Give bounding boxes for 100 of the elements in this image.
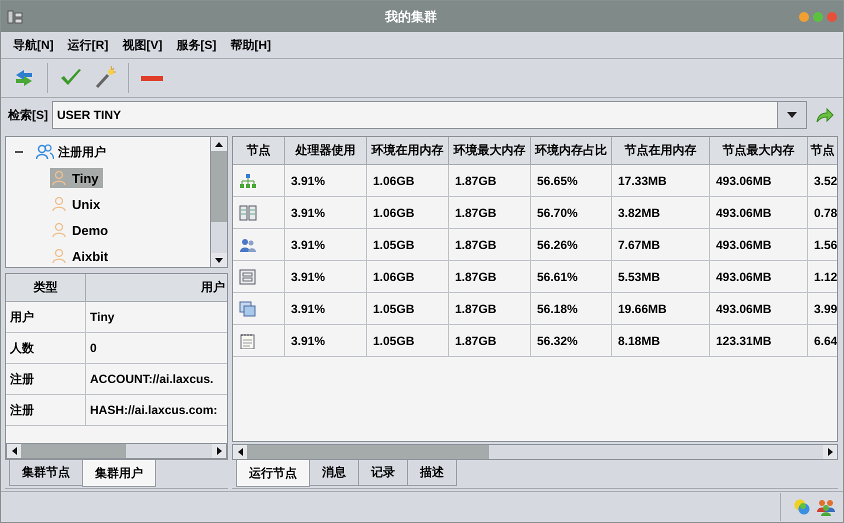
table-cell: 3.91% bbox=[285, 325, 367, 357]
tree-item[interactable]: Aixbit bbox=[50, 246, 112, 266]
scroll-left-arrow-icon bbox=[238, 448, 242, 456]
table-cell: 3.91% bbox=[285, 165, 367, 197]
table-cell: 1.56 bbox=[808, 229, 837, 261]
table-cell: 0 bbox=[86, 333, 227, 364]
users-icon bbox=[239, 236, 257, 252]
scrollbar[interactable] bbox=[6, 443, 227, 459]
table-cell: 1.06GB bbox=[367, 197, 449, 229]
column-header: 类型 bbox=[6, 274, 86, 302]
maximize-button[interactable] bbox=[813, 12, 823, 22]
tab[interactable]: 描述 bbox=[407, 460, 457, 486]
table-cell: 19.66MB bbox=[612, 293, 710, 325]
person-icon bbox=[52, 222, 66, 238]
column-header: 节点在用内存 bbox=[612, 137, 710, 165]
table-cell: Tiny bbox=[86, 302, 227, 333]
menu-item[interactable]: 视图[V] bbox=[122, 36, 162, 54]
people-group-icon bbox=[817, 498, 835, 516]
person-icon bbox=[52, 248, 66, 264]
scroll-right-arrow-icon bbox=[828, 448, 832, 456]
table-cell: HASH://ai.laxcus.com: bbox=[86, 395, 227, 426]
minimize-button[interactable] bbox=[799, 12, 809, 22]
table-cell: 3.52 bbox=[808, 165, 837, 197]
table-cell: 1.06GB bbox=[367, 165, 449, 197]
scroll-left-arrow-icon bbox=[12, 447, 16, 455]
table-cell: 17.33MB bbox=[612, 165, 710, 197]
table-cell: 注册 bbox=[6, 364, 86, 395]
table-cell: 1.87GB bbox=[449, 293, 531, 325]
table-cell: 56.18% bbox=[531, 293, 612, 325]
scroll-right-arrow-icon bbox=[216, 447, 222, 455]
table-cell: 0.78 bbox=[808, 197, 837, 229]
scrollbar[interactable] bbox=[210, 137, 227, 267]
table-cell: 1.05GB bbox=[367, 293, 449, 325]
column-header: 节点 bbox=[233, 137, 285, 165]
windows-icon bbox=[239, 300, 257, 316]
column-header: 用户 bbox=[86, 274, 227, 302]
table-cell: 493.06MB bbox=[710, 197, 808, 229]
person-icon bbox=[52, 170, 66, 186]
table-cell: ACCOUNT://ai.laxcus. bbox=[86, 364, 227, 395]
table-cell: 56.26% bbox=[531, 229, 612, 261]
table-cell: 1.12 bbox=[808, 261, 837, 293]
tree-item[interactable]: Demo bbox=[50, 220, 112, 240]
menu-item[interactable]: 运行[R] bbox=[68, 36, 108, 54]
table-cell: 3.91% bbox=[285, 293, 367, 325]
table-cell: 7.67MB bbox=[612, 229, 710, 261]
table-cell: 8.18MB bbox=[612, 325, 710, 357]
table-cell: 6.64 bbox=[808, 325, 837, 357]
table-cell: 56.61% bbox=[531, 261, 612, 293]
table-cell: 1.87GB bbox=[449, 229, 531, 261]
table-cell: 3.91% bbox=[285, 229, 367, 261]
network-icon bbox=[239, 172, 257, 188]
scroll-up-arrow-icon bbox=[215, 142, 223, 146]
table-cell: 56.32% bbox=[531, 325, 612, 357]
table-cell: 1.87GB bbox=[449, 197, 531, 229]
table-cell: 5.53MB bbox=[612, 261, 710, 293]
overlapping-circles-icon bbox=[793, 498, 811, 516]
menu-item[interactable]: 导航[N] bbox=[13, 36, 54, 54]
table-cell: 人数 bbox=[6, 333, 86, 364]
column-header: 环境在用内存 bbox=[367, 137, 449, 165]
table-cell: 493.06MB bbox=[710, 261, 808, 293]
tree-item[interactable]: 注册用户 bbox=[58, 144, 106, 160]
table-cell: 注册 bbox=[6, 395, 86, 426]
app-icon bbox=[7, 10, 23, 24]
table-cell: 3.91% bbox=[285, 261, 367, 293]
window-icon bbox=[239, 268, 257, 284]
column-header: 处理器使用 bbox=[285, 137, 367, 165]
column-header: 环境最大内存 bbox=[449, 137, 531, 165]
table-cell: 3.99 bbox=[808, 293, 837, 325]
table-cell: 1.87GB bbox=[449, 261, 531, 293]
notepad-icon bbox=[239, 332, 257, 348]
column-header: 节点 bbox=[808, 137, 837, 165]
window-title: 我的集群 bbox=[384, 8, 438, 26]
menu-item[interactable]: 服务[S] bbox=[176, 36, 216, 54]
table-cell: 用户 bbox=[6, 302, 86, 333]
caret-icon bbox=[787, 112, 797, 118]
search-label: 检索[S] bbox=[8, 106, 48, 124]
tab[interactable]: 集群用户 bbox=[82, 460, 156, 487]
table-cell: 1.87GB bbox=[449, 325, 531, 357]
table-cell: 1.06GB bbox=[367, 261, 449, 293]
menu-item[interactable]: 帮助[H] bbox=[230, 36, 272, 54]
column-header: 节点最大内存 bbox=[710, 137, 808, 165]
table-cell: 493.06MB bbox=[710, 165, 808, 197]
table-cell: 56.70% bbox=[531, 197, 612, 229]
table-cell: 1.05GB bbox=[367, 325, 449, 357]
table-cell: 493.06MB bbox=[710, 229, 808, 261]
table-cell: 1.05GB bbox=[367, 229, 449, 261]
column-header: 环境内存占比 bbox=[531, 137, 612, 165]
tree-item[interactable]: Tiny bbox=[50, 168, 102, 188]
tree-item[interactable]: Unix bbox=[50, 194, 104, 214]
table-cell: 493.06MB bbox=[710, 293, 808, 325]
server-icon bbox=[239, 204, 257, 220]
scrollbar[interactable] bbox=[232, 444, 838, 460]
tab[interactable]: 集群节点 bbox=[9, 460, 83, 486]
table-cell: 123.31MB bbox=[710, 325, 808, 357]
table-cell: 1.87GB bbox=[449, 165, 531, 197]
search-field[interactable]: USER TINY bbox=[52, 101, 777, 129]
tab[interactable]: 运行节点 bbox=[236, 460, 310, 487]
dropdown-button[interactable] bbox=[777, 101, 807, 129]
table-cell: 3.82MB bbox=[612, 197, 710, 229]
scroll-down-arrow-icon bbox=[215, 258, 223, 262]
